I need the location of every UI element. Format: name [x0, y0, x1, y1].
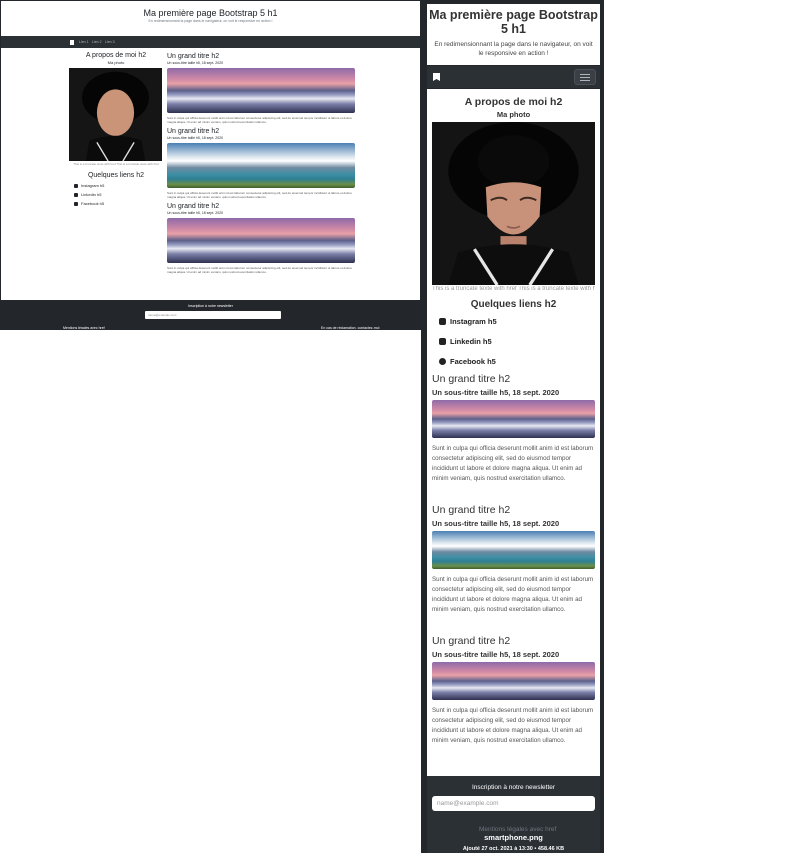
page-header: Ma première page Bootstrap 5 h1 En redim…: [1, 1, 420, 36]
article-text: Sunt in culpa qui officia deserunt molli…: [432, 445, 594, 482]
article-text: Sunt in culpa qui officia deserunt molli…: [167, 116, 352, 124]
page-footer: Inscription à notre newsletter name@exam…: [427, 776, 600, 853]
bookmark-icon[interactable]: [433, 73, 440, 81]
article-text: Sunt in culpa qui officia deserunt molli…: [167, 191, 352, 199]
article: Un grand titre h2 Un sous-titre taille h…: [167, 53, 357, 124]
brand-icon[interactable]: [70, 40, 74, 45]
nav-link-3[interactable]: Lien 3: [105, 40, 115, 44]
article-title: Un grand titre h2: [432, 373, 511, 385]
instagram-link[interactable]: Instagram h5: [74, 183, 163, 188]
linkedin-link[interactable]: Linkedin h5: [439, 336, 600, 347]
profile-photo: [69, 68, 162, 161]
instagram-label: Instagram h5: [450, 317, 497, 326]
article-subtitle: Un sous-titre taille h5, 18 sept. 2020: [432, 388, 560, 397]
newsletter-label: Inscription à notre newsletter: [471, 784, 556, 791]
instagram-link[interactable]: Instagram h5: [439, 316, 600, 327]
links-heading: Quelques liens h2: [470, 299, 557, 310]
email-field[interactable]: name@example.com: [432, 796, 595, 811]
lake-image: [432, 531, 595, 569]
mountain-image: [432, 662, 595, 700]
instagram-label: Instagram h5: [81, 183, 105, 188]
article: Un grand titre h2 Un sous-titre taille h…: [432, 504, 595, 625]
nav-link-1[interactable]: Lien 1: [79, 40, 89, 44]
page-title: Ma première page Bootstrap 5 h1: [429, 8, 598, 36]
article-text: Sunt in culpa qui officia deserunt molli…: [432, 576, 594, 613]
about-heading: A propos de moi h2: [85, 52, 147, 59]
email-field[interactable]: name@example.com: [145, 311, 281, 319]
page-subtitle: En redimensionnant la page dans le navig…: [434, 41, 593, 57]
facebook-icon: [439, 358, 446, 365]
photo-label: Ma photo: [496, 110, 531, 119]
article-title: Un grand titre h2: [167, 203, 220, 210]
facebook-label: Facebook h5: [81, 201, 105, 206]
page-subtitle: En redimensionnant la page dans le navig…: [148, 19, 273, 23]
profile-photo: [432, 122, 595, 285]
linkedin-link[interactable]: Linkedin h5: [74, 192, 163, 197]
article: Un grand titre h2 Un sous-titre taille h…: [167, 128, 357, 199]
facebook-link[interactable]: Facebook h5: [74, 201, 163, 206]
article-title: Un grand titre h2: [432, 635, 511, 647]
legal-link[interactable]: Mentions légales avec href: [63, 326, 105, 329]
truncate-link[interactable]: This is a truncate texte with href This …: [69, 162, 163, 166]
nav-link-2[interactable]: Lien 2: [92, 40, 102, 44]
linkedin-icon: [439, 338, 446, 345]
page-footer: Inscription à notre newsletter name@exam…: [1, 300, 420, 329]
mountain-image: [432, 400, 595, 438]
menu-toggle-button[interactable]: [574, 69, 596, 85]
linkedin-icon: [74, 192, 78, 197]
linkedin-label: Linkedin h5: [81, 192, 102, 197]
links-heading: Quelques liens h2: [87, 172, 145, 179]
article-subtitle: Un sous-titre taille h5, 18 sept. 2020: [167, 211, 224, 215]
facebook-icon: [74, 201, 78, 206]
article-subtitle: Un sous-titre taille h5, 18 sept. 2020: [167, 61, 224, 65]
truncate-link[interactable]: This is a truncate texte with href This …: [432, 286, 595, 292]
photo-label: Ma photo: [107, 60, 125, 65]
article-subtitle: Un sous-titre taille h5, 18 sept. 2020: [167, 136, 224, 140]
instagram-icon: [439, 318, 446, 325]
mountain-image: [167, 68, 355, 113]
contact-link[interactable]: En cas de réclamation, contactez-moi: [321, 326, 379, 329]
navbar: Lien 1 Lien 2 Lien 3: [1, 36, 420, 48]
newsletter-label: Inscription à notre newsletter: [188, 304, 233, 308]
facebook-link[interactable]: Facebook h5: [439, 356, 600, 367]
article-text: Sunt in culpa qui officia deserunt molli…: [432, 707, 594, 744]
article: Un grand titre h2 Un sous-titre taille h…: [432, 373, 595, 494]
portrait-image: [432, 122, 595, 285]
desktop-screenshot: Ma première page Bootstrap 5 h1 En redim…: [0, 0, 421, 330]
article: Un grand titre h2 Un sous-titre taille h…: [432, 635, 595, 756]
mountain-image: [167, 218, 355, 263]
portrait-image: [69, 68, 162, 161]
page-header: Ma première page Bootstrap 5 h1 En redim…: [427, 4, 600, 65]
file-meta: Ajouté 27 oct. 2021 à 13:30 • 458.46 KB: [462, 846, 565, 852]
smartphone-screenshot: Ma première page Bootstrap 5 h1 En redim…: [421, 0, 604, 853]
navbar: [427, 66, 600, 88]
article-title: Un grand titre h2: [167, 53, 220, 60]
file-name: smartphone.png: [484, 833, 543, 842]
about-heading: A propos de moi h2: [464, 96, 563, 108]
article-text: Sunt in culpa qui officia deserunt molli…: [167, 266, 352, 274]
articles-column: Un grand titre h2 Un sous-titre taille h…: [167, 53, 357, 278]
main-content: A propos de moi h2 Ma photo This is a tr…: [427, 89, 600, 776]
about-section: A propos de moi h2 Ma photo This is a tr…: [69, 52, 163, 206]
article-title: Un grand titre h2: [167, 128, 220, 135]
hamburger-icon: [580, 74, 590, 75]
article: Un grand titre h2 Un sous-titre taille h…: [167, 203, 357, 274]
page-title: Ma première page Bootstrap 5 h1: [143, 8, 278, 18]
instagram-icon: [74, 183, 78, 188]
about-section: A propos de moi h2 Ma photo This is a tr…: [427, 96, 600, 367]
article-subtitle: Un sous-titre taille h5, 18 sept. 2020: [432, 650, 560, 659]
facebook-label: Facebook h5: [450, 357, 496, 366]
legal-link[interactable]: Mentions légales avec href: [479, 826, 556, 833]
article-subtitle: Un sous-titre taille h5, 18 sept. 2020: [432, 519, 560, 528]
linkedin-label: Linkedin h5: [450, 337, 492, 346]
lake-image: [167, 143, 355, 188]
article-title: Un grand titre h2: [432, 504, 511, 516]
